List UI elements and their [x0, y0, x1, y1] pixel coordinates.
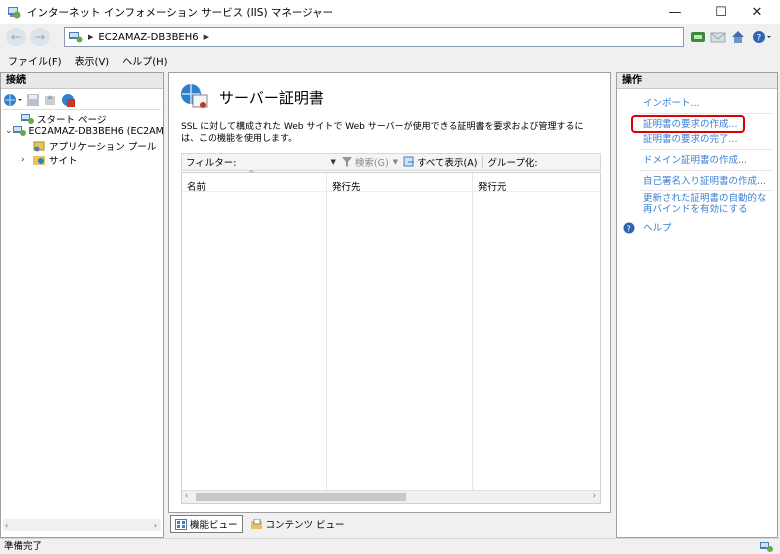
- content-view-icon: [250, 518, 263, 530]
- address-box[interactable]: ▶ EC2AMAZ-DB3BEH6 ▶: [64, 27, 684, 47]
- list-hscrollbar[interactable]: ‹ ›: [182, 490, 600, 503]
- server-icon: [69, 31, 83, 43]
- menu-bar: ファイル(F) 表示(V) ヘルプ(H): [0, 50, 780, 70]
- actions-header: 操作: [617, 73, 777, 89]
- title-bar: インターネット インフォメーション サービス (IIS) マネージャー — ☐ …: [0, 0, 780, 24]
- svg-text:?: ?: [757, 34, 762, 44]
- sort-indicator-icon: ^: [248, 169, 255, 178]
- action-create-domain-certificate[interactable]: ドメイン証明書の作成...: [643, 155, 773, 166]
- filter-bar: フィルター: ▼ 検索(G) ▼ すべて表示(A) グループ化:: [181, 153, 601, 171]
- tree-item-sites[interactable]: › サイト: [21, 153, 78, 167]
- scroll-right-icon[interactable]: ›: [154, 521, 157, 530]
- connect-icon[interactable]: [690, 30, 706, 44]
- action-divider: [639, 190, 773, 191]
- action-divider: [639, 113, 773, 114]
- tab-label: 機能ビュー: [190, 520, 238, 531]
- show-all-button[interactable]: すべて表示(A): [417, 155, 477, 169]
- tree-item-app-pools[interactable]: アプリケーション プール: [33, 139, 156, 153]
- status-text: 準備完了: [4, 541, 43, 552]
- tree-label: EC2AMAZ-DB3BEH6 (EC2AMA: [28, 125, 163, 137]
- search-button[interactable]: 検索(G): [355, 155, 389, 169]
- connect-globe-icon[interactable]: [3, 93, 23, 107]
- action-enable-auto-rebind[interactable]: 更新された証明書の自動的な再バインドを有効にする: [643, 193, 773, 215]
- scroll-thumb[interactable]: [196, 493, 406, 501]
- filter-dropdown-icon[interactable]: ▼: [331, 158, 336, 166]
- breadcrumb-server[interactable]: EC2AMAZ-DB3BEH6: [98, 32, 198, 43]
- status-bar: 準備完了: [0, 538, 780, 554]
- action-divider: [639, 170, 773, 171]
- action-help[interactable]: ヘルプ: [643, 223, 773, 234]
- svg-text:?: ?: [627, 225, 631, 234]
- column-divider: [472, 173, 473, 491]
- column-header-divider: [182, 191, 600, 192]
- group-by-label[interactable]: グループ化:: [487, 155, 537, 169]
- action-divider: [639, 149, 773, 150]
- disconnect-icon[interactable]: [61, 93, 75, 107]
- up-level-icon[interactable]: [43, 93, 57, 107]
- save-icon[interactable]: [26, 93, 40, 107]
- toolbar-divider: [3, 109, 161, 110]
- tree-label: アプリケーション プール: [49, 142, 157, 153]
- breadcrumb-separator[interactable]: ▶: [204, 33, 209, 41]
- minimize-button[interactable]: —: [652, 0, 698, 24]
- breadcrumb-separator: ▶: [88, 33, 94, 41]
- scroll-left-icon[interactable]: ‹: [5, 521, 8, 530]
- menu-view[interactable]: 表示(V): [75, 53, 110, 68]
- app-pool-icon: [33, 140, 46, 152]
- action-import[interactable]: インポート...: [643, 98, 773, 109]
- expand-chevron-icon[interactable]: ›: [21, 155, 33, 165]
- connections-panel: 接続 スタート ページ ⌄ EC2AMAZ-DB3BEH6 (EC2AMA アプ…: [0, 72, 164, 538]
- page-title: サーバー証明書: [219, 89, 324, 107]
- features-view-icon: [175, 518, 187, 530]
- certificate-list[interactable]: 名前 ^ 発行先 発行元 ‹ ›: [181, 169, 601, 504]
- sites-folder-icon: [33, 154, 46, 166]
- mail-icon[interactable]: [710, 30, 726, 44]
- filter-divider: [482, 156, 484, 168]
- highlight-annotation: [631, 115, 745, 133]
- scroll-right-icon[interactable]: ›: [593, 491, 596, 500]
- start-page-icon: [21, 113, 34, 125]
- tab-features-view[interactable]: 機能ビュー: [170, 515, 243, 533]
- view-tabs: 機能ビュー コンテンツ ビュー: [170, 515, 353, 533]
- address-bar: ← → ▶ EC2AMAZ-DB3BEH6 ▶ ?: [0, 24, 780, 50]
- actions-panel: 操作 インポート... 証明書の要求の作成... 証明書の要求の完了... ドメ…: [616, 72, 778, 538]
- left-hscrollbar[interactable]: ‹ ›: [3, 519, 161, 531]
- back-arrow-icon[interactable]: ←: [6, 28, 26, 46]
- show-all-icon[interactable]: [403, 156, 415, 168]
- help-icon: ?: [623, 222, 635, 234]
- tree-item-start-page[interactable]: スタート ページ: [21, 112, 106, 126]
- search-dropdown-icon[interactable]: ▼: [393, 158, 398, 166]
- action-create-self-signed-certificate[interactable]: 自己署名入り証明書の作成...: [643, 176, 773, 187]
- help-circle-icon[interactable]: ?: [752, 30, 771, 44]
- window-title: インターネット インフォメーション サービス (IIS) マネージャー: [27, 6, 334, 19]
- tab-label: コンテンツ ビュー: [265, 520, 345, 531]
- connections-header: 接続: [1, 73, 163, 89]
- feature-panel: サーバー証明書 SSL に対して構成された Web サイトで Web サーバーが…: [168, 72, 611, 513]
- menu-help[interactable]: ヘルプ(H): [122, 53, 167, 68]
- tab-content-view[interactable]: コンテンツ ビュー: [247, 516, 349, 532]
- iis-app-icon: [7, 5, 21, 19]
- status-server-icon: [760, 541, 774, 553]
- server-certificate-icon: [179, 81, 209, 111]
- server-icon: [12, 125, 26, 137]
- scroll-left-icon[interactable]: ‹: [185, 491, 188, 500]
- menu-file[interactable]: ファイル(F): [8, 53, 62, 68]
- forward-arrow-icon[interactable]: →: [30, 28, 50, 46]
- filter-label: フィルター:: [186, 158, 237, 169]
- home-icon[interactable]: [730, 30, 746, 44]
- tree-label: サイト: [49, 156, 78, 167]
- action-complete-certificate-request[interactable]: 証明書の要求の完了...: [643, 134, 773, 145]
- collapse-chevron-icon[interactable]: ⌄: [5, 126, 13, 136]
- tree-label: スタート ページ: [37, 115, 107, 126]
- funnel-icon[interactable]: [341, 157, 352, 167]
- filter-input[interactable]: [236, 155, 331, 169]
- feature-description: SSL に対して構成された Web サイトで Web サーバーが使用できる証明書…: [181, 122, 584, 144]
- column-divider: [326, 173, 327, 491]
- connections-toolbar: [3, 92, 75, 108]
- tree-item-server[interactable]: ⌄ EC2AMAZ-DB3BEH6 (EC2AMA: [5, 125, 163, 137]
- close-button[interactable]: ✕: [734, 0, 780, 24]
